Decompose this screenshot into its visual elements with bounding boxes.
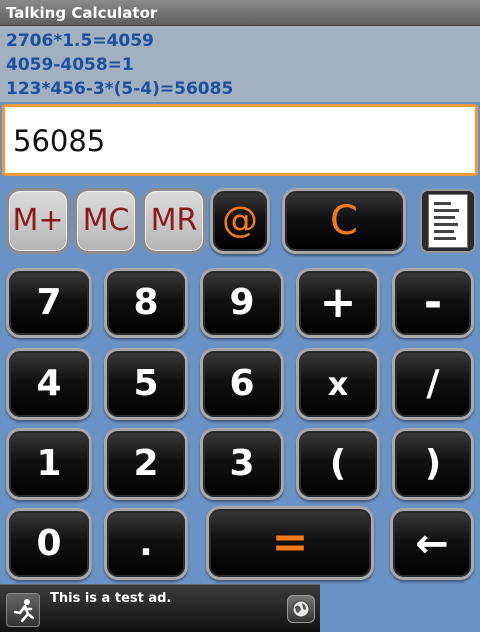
arrow-left-icon: ← (415, 521, 449, 567)
open-paren-button[interactable]: ( (296, 428, 380, 500)
notes-icon[interactable] (420, 189, 476, 253)
display-value: 56085 (13, 124, 106, 158)
digit-5-button[interactable]: 5 (104, 348, 188, 420)
digit-6-button[interactable]: 6 (200, 348, 284, 420)
decimal-point-button[interactable]: . (104, 508, 188, 580)
backspace-button[interactable]: ← (390, 508, 474, 580)
app-title-bar: Talking Calculator (0, 0, 480, 26)
digit-8-button[interactable]: 8 (104, 268, 188, 338)
history-line: 4059-4058=1 (6, 55, 134, 75)
equals-button[interactable]: = (206, 506, 374, 580)
close-paren-button[interactable]: ) (392, 428, 474, 500)
digit-3-button[interactable]: 3 (200, 428, 284, 500)
divide-button[interactable]: / (392, 348, 474, 420)
digit-7-button[interactable]: 7 (6, 268, 92, 338)
digit-9-button[interactable]: 9 (200, 268, 284, 338)
app-title: Talking Calculator (6, 4, 158, 22)
result-display[interactable]: 56085 (2, 104, 478, 176)
ad-banner[interactable]: This is a test ad. (0, 584, 320, 632)
at-button[interactable]: @ (210, 188, 270, 254)
memory-recall-button[interactable]: MR (142, 188, 206, 254)
ad-text: This is a test ad. (50, 591, 172, 606)
calculation-history: 2706*1.5=4059 4059-4058=1 123*456-3*(5-4… (0, 26, 480, 102)
digit-4-button[interactable]: 4 (6, 348, 92, 420)
plus-button[interactable]: + (296, 268, 380, 338)
globe-icon[interactable] (287, 595, 315, 623)
notes-paper (428, 194, 468, 248)
history-line: 2706*1.5=4059 (6, 31, 154, 51)
history-line: 123*456-3*(5-4)=56085 (6, 79, 234, 99)
multiply-button[interactable]: x (296, 348, 380, 420)
digit-0-button[interactable]: 0 (6, 508, 92, 580)
memory-clear-button[interactable]: MC (74, 188, 138, 254)
digit-2-button[interactable]: 2 (104, 428, 188, 500)
memory-add-button[interactable]: M+ (6, 188, 70, 254)
running-figure-icon (6, 593, 40, 627)
minus-button[interactable]: - (392, 268, 474, 338)
digit-1-button[interactable]: 1 (6, 428, 92, 500)
clear-button[interactable]: C (282, 188, 406, 254)
